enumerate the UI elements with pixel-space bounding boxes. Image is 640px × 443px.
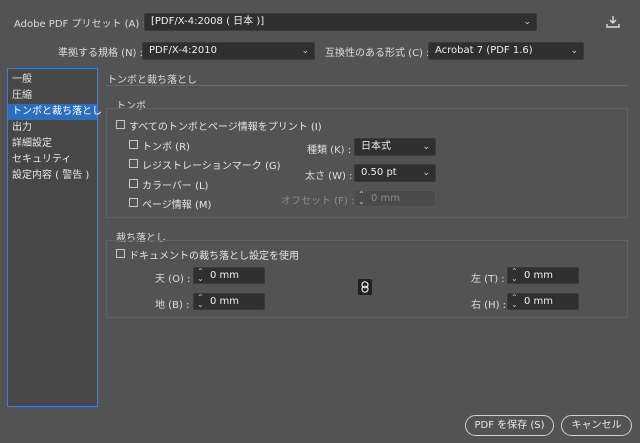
bleed-top-label: 天 (O) :: [155, 274, 191, 285]
page-info-checkbox[interactable]: [129, 198, 138, 207]
offset-value: 0 mm: [371, 193, 401, 204]
bleed-top-value: 0 mm: [210, 270, 240, 281]
chevron-down-icon: ⌄: [422, 168, 430, 178]
weight-label: 太さ (W) :: [305, 171, 353, 182]
compat-value: Acrobat 7 (PDF 1.6): [435, 45, 533, 56]
sidebar-item[interactable]: 一般: [8, 72, 97, 88]
weight-dropdown[interactable]: 0.50 pt ⌄: [354, 164, 436, 182]
type-label: 種類 (K) :: [307, 145, 352, 156]
registration-marks-label: レジストレーションマーク (G): [142, 161, 281, 172]
sidebar-item[interactable]: トンボと裁ち落とし: [8, 104, 102, 120]
use-doc-bleed-checkbox[interactable]: [116, 249, 125, 258]
sidebar-item[interactable]: セキュリティ: [8, 152, 97, 168]
preset-label: Adobe PDF プリセット (A) :: [14, 19, 146, 30]
offset-label: オフセット (F) :: [281, 196, 355, 207]
spinner-icon: ⌃ ⌄: [358, 190, 365, 206]
standard-label: 準拠する規格 (N) :: [58, 48, 144, 59]
save-pdf-button[interactable]: PDF を保存 (S): [465, 415, 554, 436]
color-bars-label: カラーバー (L): [142, 181, 209, 192]
sidebar-item[interactable]: 圧縮: [8, 88, 97, 104]
link-icon[interactable]: [358, 279, 372, 295]
color-bars-checkbox[interactable]: [129, 179, 138, 188]
spinner-icon: ⌃ ⌄: [511, 293, 518, 309]
trim-marks-label: トンボ (R): [142, 142, 190, 153]
bleed-right-label: 右 (H) :: [471, 300, 507, 311]
preset-dropdown[interactable]: [PDF/X-4:2008 ( 日本 )] ⌄: [144, 13, 537, 31]
standard-dropdown[interactable]: PDF/X-4:2010 ⌄: [142, 42, 315, 60]
chevron-down-icon: ⌄: [570, 46, 578, 56]
spinner-icon: ⌃ ⌄: [197, 267, 204, 283]
bleed-right-value: 0 mm: [524, 296, 554, 307]
offset-input[interactable]: ⌃ ⌄ 0 mm: [354, 190, 436, 207]
spinner-icon: ⌃ ⌄: [197, 293, 204, 309]
compat-label: 互換性のある形式 (C) :: [325, 48, 430, 59]
use-doc-bleed-label: ドキュメントの裁ち落とし設定を使用: [129, 251, 299, 262]
sidebar-item[interactable]: 設定内容 ( 警告 ): [8, 168, 97, 184]
type-dropdown[interactable]: 日本式 ⌄: [354, 138, 436, 156]
all-marks-label: すべてのトンボとページ情報をプリント (I): [129, 122, 322, 133]
page-info-label: ページ情報 (M): [142, 200, 212, 211]
compat-dropdown[interactable]: Acrobat 7 (PDF 1.6) ⌄: [428, 42, 584, 60]
sidebar-item[interactable]: 出力: [8, 120, 97, 136]
spinner-icon: ⌃ ⌄: [511, 267, 518, 283]
bleed-right-input[interactable]: ⌃ ⌄ 0 mm: [507, 293, 579, 310]
bleed-top-input[interactable]: ⌃ ⌄ 0 mm: [193, 267, 265, 284]
save-preset-icon[interactable]: [606, 15, 620, 29]
bleed-bottom-value: 0 mm: [210, 296, 240, 307]
section-divider: [106, 85, 628, 86]
trim-marks-checkbox[interactable]: [129, 140, 138, 149]
chevron-down-icon: ⌄: [422, 142, 430, 152]
registration-marks-checkbox[interactable]: [129, 159, 138, 168]
bleed-left-label: 左 (T) :: [471, 274, 505, 285]
bleed-left-input[interactable]: ⌃ ⌄ 0 mm: [507, 267, 579, 284]
preset-value: [PDF/X-4:2008 ( 日本 )]: [151, 16, 265, 27]
sidebar-item[interactable]: 詳細設定: [8, 136, 97, 152]
chevron-down-icon: ⌄: [523, 17, 531, 27]
bleed-left-value: 0 mm: [524, 270, 554, 281]
type-value: 日本式: [361, 141, 391, 152]
chevron-down-icon: ⌄: [301, 46, 309, 56]
sidebar: 一般 圧縮 トンボと裁ち落とし 出力 詳細設定 セキュリティ 設定内容 ( 警告 ): [7, 68, 102, 407]
all-marks-checkbox[interactable]: [116, 120, 125, 129]
section-title: トンボと裁ち落とし: [107, 75, 197, 86]
standard-value: PDF/X-4:2010: [149, 45, 217, 56]
bleed-bottom-input[interactable]: ⌃ ⌄ 0 mm: [193, 293, 265, 310]
weight-value: 0.50 pt: [361, 167, 397, 178]
bleed-bottom-label: 地 (B) :: [155, 300, 190, 311]
cancel-button[interactable]: キャンセル: [561, 415, 632, 436]
